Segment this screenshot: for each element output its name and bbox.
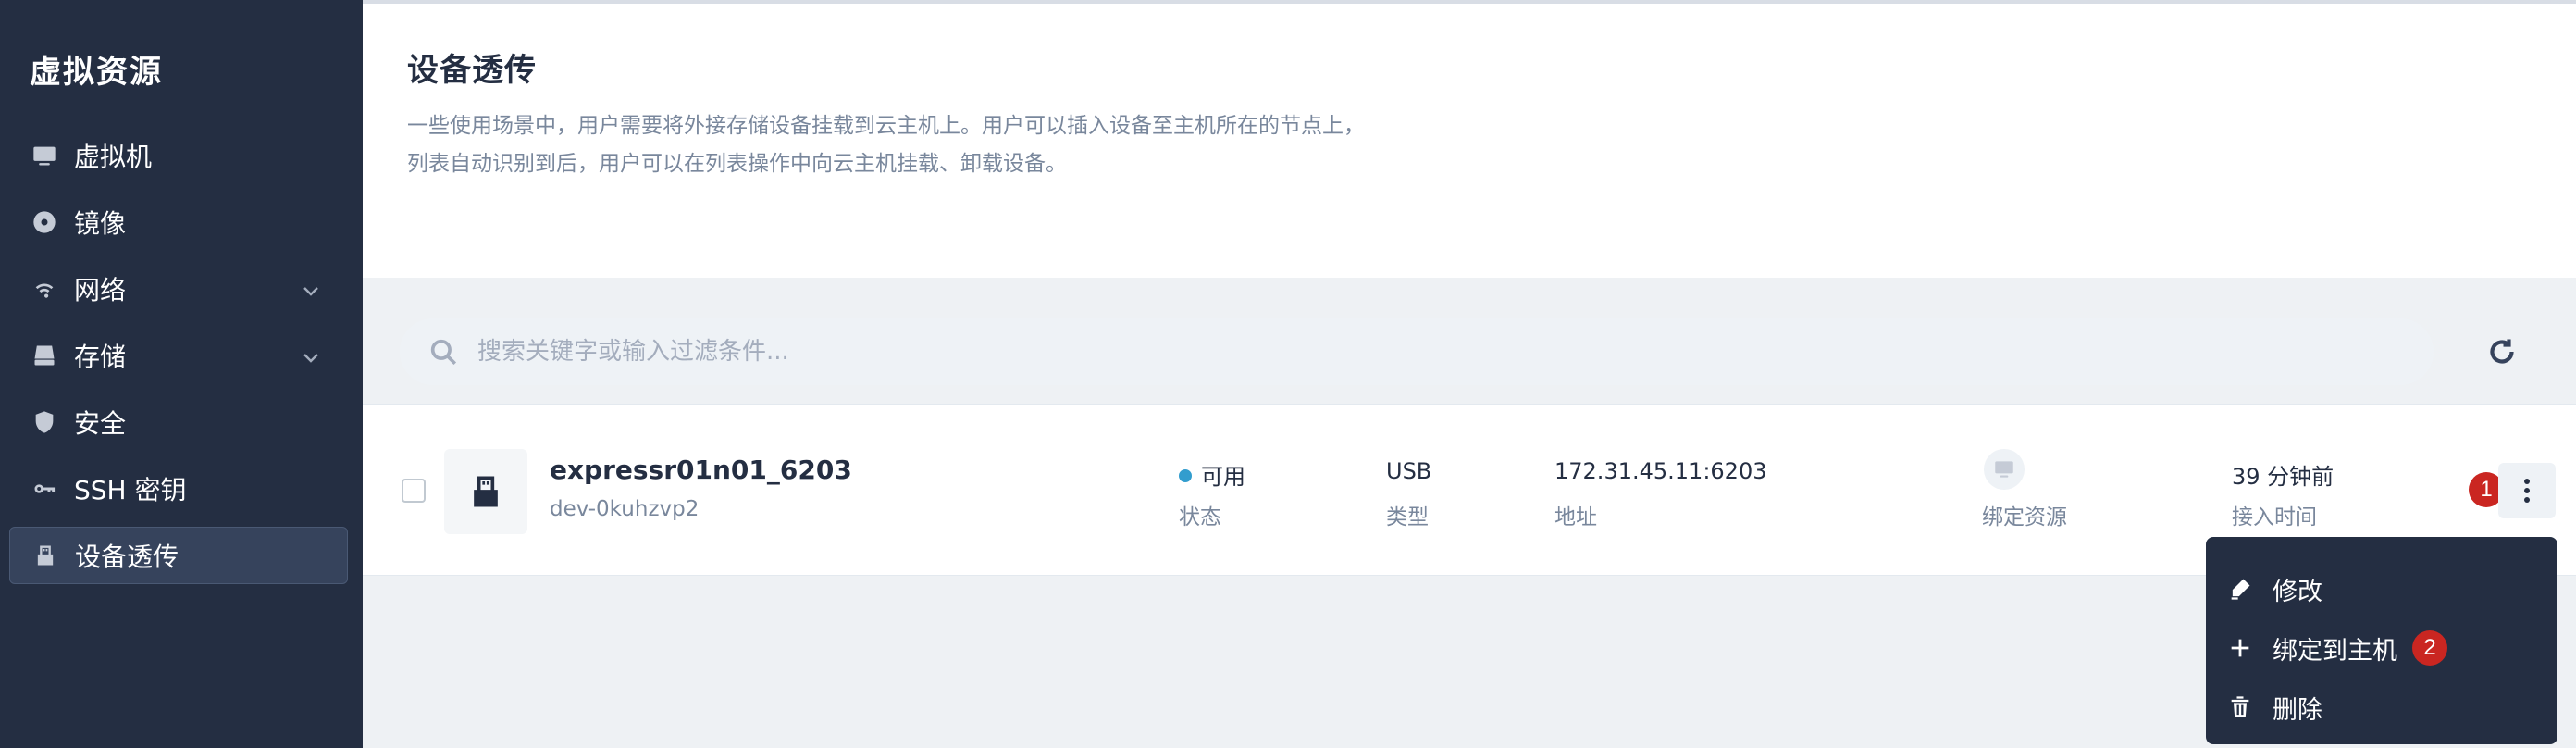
step-badge: 2 [2412, 630, 2447, 666]
more-actions-button[interactable] [2498, 463, 2556, 518]
connect-time-value: 39 分钟前 [2232, 464, 2334, 490]
usb-device-icon [444, 449, 527, 534]
sidebar-item-label: 存储 [74, 342, 127, 372]
sidebar-item-label: 镜像 [74, 208, 127, 239]
actions-dropdown-menu: 修改 绑定到主机 2 删除 [2206, 537, 2557, 744]
sidebar-item-label: SSH 密钥 [74, 475, 187, 505]
type-label: 类型 [1386, 505, 1429, 530]
status-dot-icon [1179, 469, 1192, 482]
sidebar-item-label: 安全 [74, 408, 127, 439]
sidebar-item-network[interactable]: 网络 [9, 260, 348, 318]
status-label: 状态 [1179, 505, 1221, 530]
page-description: 一些使用场景中，用户需要将外接存储设备挂载到云主机上。用户可以插入设备至主机所在… [407, 107, 1517, 183]
search-icon [427, 336, 459, 368]
sidebar-item-device-passthrough[interactable]: 设备透传 [9, 527, 348, 584]
menu-item-label: 修改 [2273, 577, 2322, 606]
sidebar-item-ssh-keys[interactable]: SSH 密钥 [9, 460, 348, 517]
disc-icon [31, 209, 57, 235]
sidebar-item-label: 设备透传 [75, 542, 180, 572]
key-icon [31, 476, 57, 502]
page-description-line: 一些使用场景中，用户需要将外接存储设备挂载到云主机上。用户可以插入设备至主机所在… [407, 114, 1365, 138]
search-bar[interactable] [400, 318, 2434, 385]
address-value: 172.31.45.11:6203 [1554, 458, 1767, 484]
page-header: 设备透传 一些使用场景中，用户需要将外接存储设备挂载到云主机上。用户可以插入设备… [363, 4, 2576, 278]
device-id: dev-0kuhzvp2 [550, 497, 700, 521]
sidebar-nav: 虚拟机 镜像 网络 存储 安全 SSH 密钥 设备透传 [9, 127, 348, 593]
wifi-icon [31, 276, 57, 302]
shield-icon [31, 409, 57, 435]
sidebar: 虚拟资源 虚拟机 镜像 网络 存储 安全 SSH 密钥 设备透传 [0, 0, 363, 748]
sidebar-item-image[interactable]: 镜像 [9, 193, 348, 251]
page-title: 设备透传 [407, 52, 537, 89]
trash-icon [2226, 693, 2254, 721]
monitor-icon [31, 143, 57, 168]
sidebar-item-storage[interactable]: 存储 [9, 327, 348, 384]
connect-time-label: 接入时间 [2232, 505, 2317, 530]
sidebar-title: 虚拟资源 [30, 54, 163, 91]
status-text: 可用 [1201, 464, 1245, 490]
menu-item-edit[interactable]: 修改 [2206, 559, 2557, 618]
menu-item-label: 删除 [2273, 695, 2322, 725]
chevron-down-icon[interactable] [300, 278, 322, 300]
plus-icon [2226, 634, 2254, 662]
sidebar-item-security[interactable]: 安全 [9, 393, 348, 451]
pen-icon [2226, 575, 2254, 603]
menu-item-delete[interactable]: 删除 [2206, 678, 2557, 737]
hard-drive-icon [31, 343, 57, 368]
menu-item-label: 绑定到主机 [2273, 636, 2397, 666]
refresh-icon [2490, 339, 2514, 364]
row-checkbox[interactable] [402, 479, 426, 503]
address-label: 地址 [1554, 505, 1597, 530]
chevron-down-icon[interactable] [300, 344, 322, 367]
sidebar-item-vm[interactable]: 虚拟机 [9, 127, 348, 184]
more-vertical-icon [2524, 479, 2530, 503]
menu-item-bind-host[interactable]: 绑定到主机 2 [2206, 618, 2557, 678]
status-value: 可用 [1179, 458, 1245, 491]
usb-icon [32, 542, 58, 568]
search-input[interactable] [477, 338, 2143, 366]
device-name[interactable]: expressr01n01_6203 [550, 455, 852, 485]
page-description-line: 列表自动识别到后，用户可以在列表操作中向云主机挂载、卸载设备。 [407, 152, 1067, 176]
sidebar-item-label: 网络 [74, 275, 127, 305]
type-value: USB [1386, 458, 1432, 484]
bind-resource-label: 绑定资源 [1982, 505, 2067, 530]
monitor-icon [1984, 449, 2025, 490]
sidebar-item-label: 虚拟机 [74, 142, 153, 172]
refresh-button[interactable] [2485, 335, 2519, 368]
